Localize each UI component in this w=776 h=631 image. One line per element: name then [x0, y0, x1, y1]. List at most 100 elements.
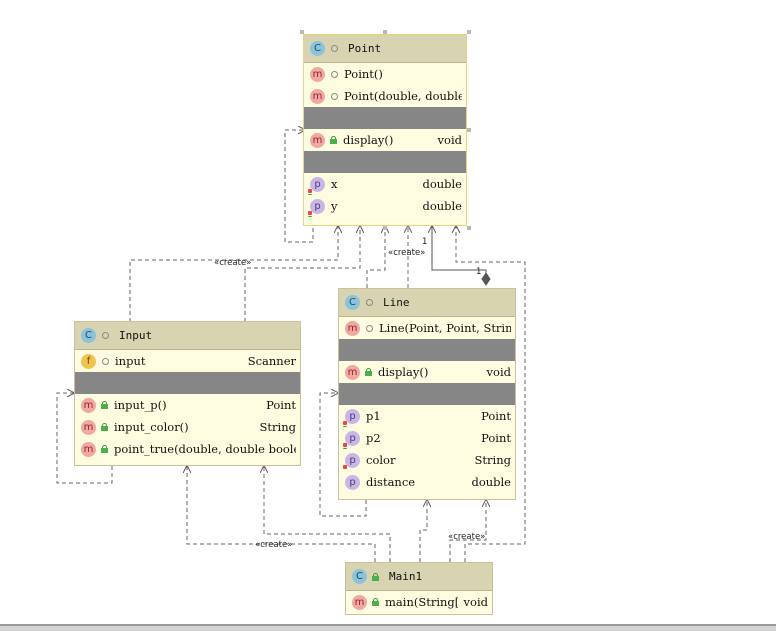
member-type: double: [471, 475, 511, 489]
property-icon: p: [343, 430, 360, 449]
edge-main-line-a: [419, 500, 427, 562]
member-name: p2: [366, 431, 381, 445]
compartment-separator: [304, 107, 466, 129]
member-type: String: [474, 453, 511, 467]
member-name: input: [115, 354, 146, 368]
access-marker-icon: [343, 425, 347, 427]
member-type: String: [259, 420, 296, 434]
public-lock-icon: [372, 598, 379, 606]
member-row[interactable]: m Line(Point, Point, String): [339, 317, 515, 339]
public-lock-icon: [101, 401, 108, 409]
access-marker-icon: [343, 420, 347, 425]
compartment-separator: [75, 372, 300, 394]
multiplicity-label: 1: [476, 267, 482, 277]
member-row[interactable]: p p2 Point: [339, 427, 515, 449]
member-name: display(): [343, 133, 394, 147]
member-type: Point: [266, 398, 296, 412]
diagram-canvas: C Point m Point() m Point(double, double…: [0, 0, 776, 631]
selection-handle[interactable]: [467, 128, 471, 132]
member-row[interactable]: m display() void: [304, 129, 466, 151]
class-main1[interactable]: C Main1 m main(String[]) void: [345, 562, 493, 615]
method-icon: m: [81, 441, 96, 457]
access-marker-icon: [343, 447, 347, 449]
class-header[interactable]: C Input: [75, 322, 300, 350]
member-name: display(): [378, 365, 429, 379]
static-method-icon: m: [352, 594, 367, 610]
member-type: void: [463, 595, 488, 609]
visibility-package-icon: [102, 357, 109, 365]
edge-main-create-line: [449, 500, 486, 562]
member-name: point_true(double, double boolean: [114, 442, 296, 456]
class-icon: C: [345, 295, 360, 310]
member-row[interactable]: m main(String[]) void: [346, 591, 492, 613]
member-row[interactable]: m Point(): [304, 63, 466, 85]
member-type: void: [437, 133, 462, 147]
method-icon: m: [310, 88, 325, 104]
access-marker-icon: [343, 442, 347, 447]
method-icon: m: [310, 66, 325, 82]
member-type: Scanner: [247, 354, 296, 368]
property-letter: p: [349, 476, 356, 488]
member-row[interactable]: m Point(double, double): [304, 85, 466, 107]
member-row[interactable]: m input_p() Point: [75, 394, 300, 416]
member-name: x: [331, 177, 338, 191]
selection-handle[interactable]: [467, 226, 471, 230]
bottom-scrollbar[interactable]: [0, 624, 776, 631]
access-marker-icon: [308, 193, 312, 195]
method-icon: m: [81, 397, 96, 413]
member-row[interactable]: m input_color() String: [75, 416, 300, 438]
edge-label-create: «create»: [255, 540, 293, 550]
member-row[interactable]: m point_true(double, double boolean: [75, 438, 300, 460]
method-icon: m: [345, 320, 360, 336]
member-row[interactable]: m display() void: [339, 361, 515, 383]
multiplicity-label: 1: [422, 237, 428, 247]
access-marker-icon: [308, 210, 312, 215]
class-header[interactable]: C Line: [339, 289, 515, 317]
public-lock-icon: [365, 368, 372, 376]
access-marker-icon: [308, 215, 312, 217]
member-row[interactable]: p distance double: [339, 471, 515, 493]
edge-label-create: «create»: [448, 532, 486, 542]
selection-handle[interactable]: [467, 30, 471, 34]
class-point[interactable]: C Point m Point() m Point(double, double…: [303, 34, 467, 226]
selection-handle[interactable]: [383, 226, 387, 230]
property-icon: p: [308, 176, 325, 195]
member-name: p1: [366, 409, 381, 423]
member-type: Point: [481, 431, 511, 445]
member-row[interactable]: p x double: [304, 173, 466, 195]
property-icon: p: [308, 198, 325, 217]
compartment-separator: [304, 151, 466, 173]
class-header[interactable]: C Main1: [346, 563, 492, 591]
visibility-package-icon: [331, 92, 338, 100]
member-name: Point(): [344, 67, 383, 81]
visibility-package-icon: [331, 45, 338, 52]
property-letter: p: [349, 410, 356, 422]
property-letter: p: [314, 200, 321, 212]
member-name: input_color(): [114, 420, 189, 434]
class-header[interactable]: C Point: [304, 35, 466, 63]
member-row[interactable]: f input Scanner: [75, 350, 300, 372]
class-input[interactable]: C Input f input Scanner m input_p() Poin…: [74, 321, 301, 466]
member-name: distance: [366, 475, 416, 489]
member-type: void: [486, 365, 511, 379]
access-marker-icon: [343, 464, 347, 469]
member-name: Point(double, double): [344, 89, 462, 103]
member-row[interactable]: p p1 Point: [339, 405, 515, 427]
property-icon: p: [343, 452, 360, 469]
composition-diamond: [481, 272, 491, 286]
edge-label-create: «create»: [388, 248, 426, 258]
member-row[interactable]: p y double: [304, 195, 466, 217]
class-title: Point: [348, 42, 382, 55]
method-icon: m: [310, 132, 325, 148]
edge-line-point-a: [366, 226, 385, 288]
visibility-package-icon: [331, 70, 338, 78]
member-row[interactable]: p color String: [339, 449, 515, 471]
class-line[interactable]: C Line m Line(Point, Point, String) m di…: [338, 288, 516, 500]
edge-input-create-point: [129, 226, 338, 322]
property-icon: p: [345, 474, 360, 490]
member-name: Line(Point, Point, String): [379, 321, 511, 335]
visibility-package-icon: [366, 324, 373, 332]
edge-label-create: «create»: [214, 258, 252, 268]
public-lock-icon: [372, 572, 379, 581]
member-name: color: [366, 453, 396, 467]
